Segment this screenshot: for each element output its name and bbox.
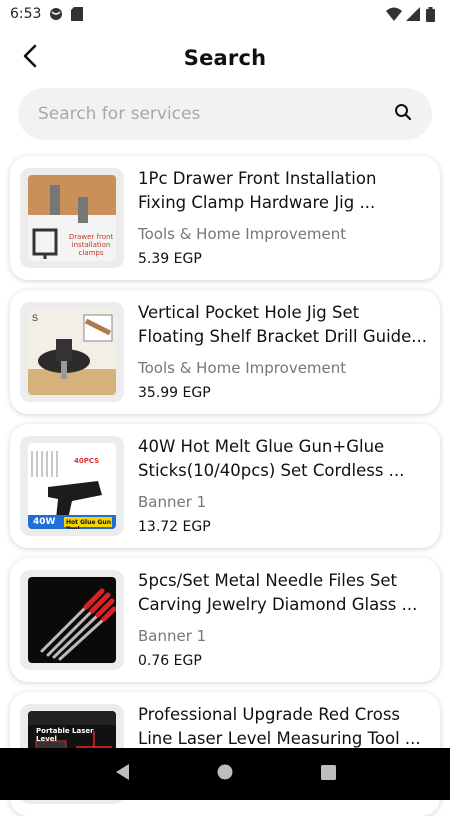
product-category: Tools & Home Improvement xyxy=(138,225,347,243)
arrow-left-icon xyxy=(22,44,38,72)
svg-text:S: S xyxy=(32,313,38,323)
search-button[interactable] xyxy=(392,103,414,125)
header: Search xyxy=(0,34,450,82)
product-title: 1Pc Drawer Front Installation Fixing Cla… xyxy=(138,169,377,212)
product-price: 5.39 EGP xyxy=(138,251,202,267)
product-image xyxy=(20,570,124,670)
system-nav-bar xyxy=(0,748,450,800)
status-bar: 6:53 xyxy=(0,0,450,28)
nav-recents-button[interactable] xyxy=(316,762,340,786)
search-input[interactable] xyxy=(36,103,392,125)
product-card[interactable]: 5pcs/Set Metal Needle Files Set Carving … xyxy=(10,558,440,682)
square-recents-icon xyxy=(320,764,336,784)
product-card[interactable]: Drawer front installation clamps 1Pc Dra… xyxy=(10,156,440,280)
product-category: Banner 1 xyxy=(138,493,207,511)
status-time: 6:53 xyxy=(10,6,42,22)
search-bar xyxy=(18,88,432,140)
product-category: Banner 1 xyxy=(138,627,207,645)
product-card[interactable]: 40PCS 40W Hot Glue Gun Tool 40W Hot Melt… xyxy=(10,424,440,548)
product-image: 40PCS 40W Hot Glue Gun Tool xyxy=(20,436,124,536)
product-image-badge: 40W xyxy=(33,517,56,527)
product-image: S xyxy=(20,302,124,402)
back-button[interactable] xyxy=(16,44,44,72)
product-price: 0.76 EGP xyxy=(138,653,202,669)
product-image-caption: Drawer front installation clamps xyxy=(68,233,114,257)
product-image-caption: Hot Glue Gun Tool xyxy=(66,519,111,529)
product-image-caption: Portable Laser Level xyxy=(36,727,94,743)
product-title: 40W Hot Melt Glue Gun+Glue Sticks(10/40p… xyxy=(138,437,405,480)
product-category: Tools & Home Improvement xyxy=(138,359,347,377)
product-card[interactable]: S Vertical Pocket Hole Jig Set Floating … xyxy=(10,290,440,414)
status-left: 6:53 xyxy=(10,6,85,22)
page-title: Search xyxy=(183,46,267,70)
search-icon xyxy=(394,103,412,125)
circle-home-icon xyxy=(217,764,233,784)
signal-icon xyxy=(406,7,420,21)
product-image: Drawer front installation clamps xyxy=(20,168,124,268)
product-image-caption: 40PCS xyxy=(74,457,100,465)
wifi-icon xyxy=(386,7,402,21)
product-price: 35.99 EGP xyxy=(138,385,211,401)
globe-icon xyxy=(49,7,63,21)
product-title: Professional Upgrade Red Cross Line Lase… xyxy=(138,705,421,748)
nav-home-button[interactable] xyxy=(213,762,237,786)
battery-icon xyxy=(426,7,440,22)
sd-card-icon xyxy=(71,7,85,21)
product-price: 13.72 EGP xyxy=(138,519,211,535)
triangle-back-icon xyxy=(114,763,130,785)
product-title: 5pcs/Set Metal Needle Files Set Carving … xyxy=(138,571,418,614)
nav-back-button[interactable] xyxy=(110,762,134,786)
status-right xyxy=(386,7,440,22)
product-title: Vertical Pocket Hole Jig Set Floating Sh… xyxy=(138,303,428,346)
